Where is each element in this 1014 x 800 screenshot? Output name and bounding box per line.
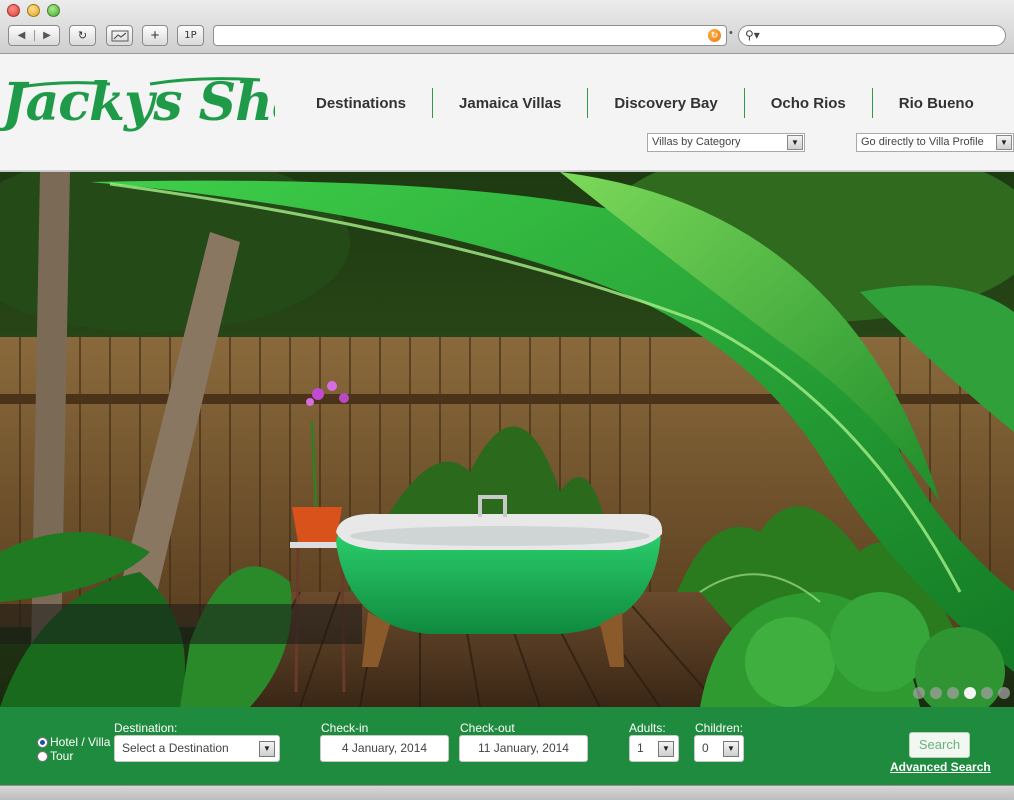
checkout-field[interactable]: 11 January, 2014 [459,735,588,762]
main-nav: Destinations Jamaica Villas Discovery Ba… [290,88,1000,118]
search-button[interactable]: Search [909,732,970,758]
option-tour-label: Tour [50,749,74,763]
slide-dot[interactable] [981,687,993,699]
slide-dot[interactable] [947,687,959,699]
separator-dot: • [729,27,733,39]
reload-icon: ↻ [77,30,88,42]
minimize-window-button[interactable] [27,4,40,17]
checkin-field[interactable]: 4 January, 2014 [320,735,449,762]
slide-caption-bar [0,604,362,644]
radio-tour[interactable] [37,750,48,762]
browser-search-field[interactable]: ⚲▾ [738,25,1006,46]
advanced-search-link[interactable]: Advanced Search [890,760,991,774]
browser-toolbar: ◀ ▶ ↻ + 1P ↻ • ⚲▾ [0,0,1014,54]
browser-status-bar [0,785,1014,800]
site-logo[interactable]: Jackys Shack [0,62,371,140]
nav-discovery-bay[interactable]: Discovery Bay [588,95,743,112]
destination-select[interactable]: Select a Destination ▼ [114,735,280,762]
nav-destinations[interactable]: Destinations [290,95,432,112]
adults-select[interactable]: 1 ▼ [629,735,679,762]
children-select[interactable]: 0 ▼ [694,735,744,762]
chevron-down-icon: ▼ [723,741,739,757]
logo-wordmark: Jackys Shack [0,72,371,133]
children-label: Children: [695,721,744,735]
destination-value: Select a Destination [122,741,229,755]
slide-dot[interactable] [913,687,925,699]
villas-by-category-select[interactable]: Villas by Category ▼ [647,133,805,152]
logo-text: Jackys Shack [0,72,275,133]
slide-indicators [913,687,1010,699]
forward-icon[interactable]: ▶ [33,30,59,41]
option-hotel-villa[interactable]: Hotel / Villa [37,735,110,749]
snapback-icon [111,30,128,41]
villa-profile-value: Go directly to Villa Profile [861,136,984,148]
radio-hotel-villa[interactable] [37,736,48,748]
rss-icon[interactable]: ↻ [708,29,721,42]
villa-profile-select[interactable]: Go directly to Villa Profile ▼ [856,133,1014,152]
option-hotel-label: Hotel / Villa [50,735,111,749]
chevron-down-icon: ▼ [259,741,275,757]
slide-dot[interactable] [964,687,976,699]
password-manager-label: 1P [184,30,197,41]
checkout-value: 11 January, 2014 [478,741,569,755]
back-icon[interactable]: ◀ [9,30,34,41]
window-controls [7,4,60,17]
snapback-button[interactable] [106,25,133,46]
checkin-label: Check-in [321,721,369,735]
booking-search-bar: Hotel / Villa Tour Destination: Select a… [0,707,1014,785]
plus-icon: + [150,27,160,44]
nav-rio-bueno[interactable]: Rio Bueno [873,95,1000,112]
adults-value: 1 [637,741,644,755]
nav-jamaica-villas[interactable]: Jamaica Villas [433,95,587,112]
option-tour[interactable]: Tour [37,749,73,763]
back-forward-buttons: ◀ ▶ [8,25,60,46]
hero-slideshow[interactable] [0,172,1014,707]
password-manager-button[interactable]: 1P [177,25,204,46]
checkin-value: 4 January, 2014 [341,741,428,755]
site-header: Jackys Shack Destinations Jamaica Villas… [0,54,1014,171]
add-bookmark-button[interactable]: + [142,25,168,46]
reload-button[interactable]: ↻ [69,25,96,46]
zoom-window-button[interactable] [47,4,60,17]
chevron-down-icon: ▼ [996,135,1012,150]
address-bar[interactable]: ↻ [213,25,727,46]
adults-label: Adults: [629,721,666,735]
villas-by-category-value: Villas by Category [652,136,741,148]
close-window-button[interactable] [7,4,20,17]
children-value: 0 [702,741,709,755]
slide-dot[interactable] [930,687,942,699]
checkout-label: Check-out [460,721,515,735]
slide-dot[interactable] [998,687,1010,699]
destination-label: Destination: [114,721,178,735]
chevron-down-icon: ▼ [658,741,674,757]
nav-ocho-rios[interactable]: Ocho Rios [745,95,872,112]
chevron-down-icon: ▼ [787,135,803,150]
search-icon: ⚲▾ [745,28,760,42]
